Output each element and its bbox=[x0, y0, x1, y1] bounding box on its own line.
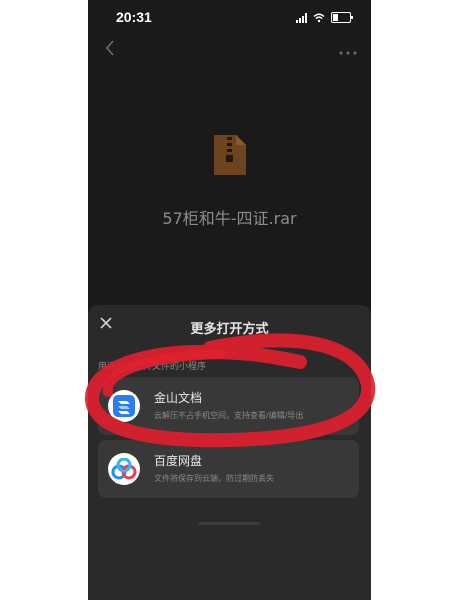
home-indicator bbox=[198, 522, 260, 525]
status-bar: 20:31 bbox=[88, 0, 371, 36]
cellular-signal-icon bbox=[296, 12, 307, 23]
phone-screen: 20:31 57柜和牛-四证.rar 更多打开方式 用适合的打开文件的小程序 金… bbox=[88, 0, 371, 600]
kingsoft-docs-icon bbox=[108, 390, 140, 422]
section-label: 用适合的打开文件的小程序 bbox=[98, 362, 207, 372]
zip-file-icon bbox=[214, 135, 246, 175]
status-time: 20:31 bbox=[116, 9, 152, 25]
option-title: 百度网盘 bbox=[154, 454, 203, 468]
option-description: 云解压不占手机空间，支持查看/编辑/导出 bbox=[154, 411, 304, 420]
baidu-netdisk-icon bbox=[108, 453, 140, 485]
option-baidu-netdisk[interactable]: 百度网盘 文件将保存到云端，防过期防丢失 bbox=[98, 440, 359, 498]
back-arrow-icon[interactable] bbox=[100, 40, 120, 60]
option-description: 文件将保存到云端，防过期防丢失 bbox=[154, 474, 274, 483]
option-title: 金山文档 bbox=[154, 391, 203, 405]
battery-icon bbox=[331, 12, 353, 23]
status-icons bbox=[296, 12, 353, 23]
sheet-title: 更多打开方式 bbox=[190, 322, 269, 337]
open-with-sheet: 更多打开方式 用适合的打开文件的小程序 金山文档 云解压不占手机空间，支持查看/… bbox=[88, 305, 371, 600]
wifi-icon bbox=[313, 13, 325, 22]
option-kingsoft-docs[interactable]: 金山文档 云解压不占手机空间，支持查看/编辑/导出 bbox=[98, 377, 359, 435]
file-name: 57柜和牛-四证.rar bbox=[162, 209, 297, 228]
more-options-icon[interactable] bbox=[337, 40, 359, 60]
